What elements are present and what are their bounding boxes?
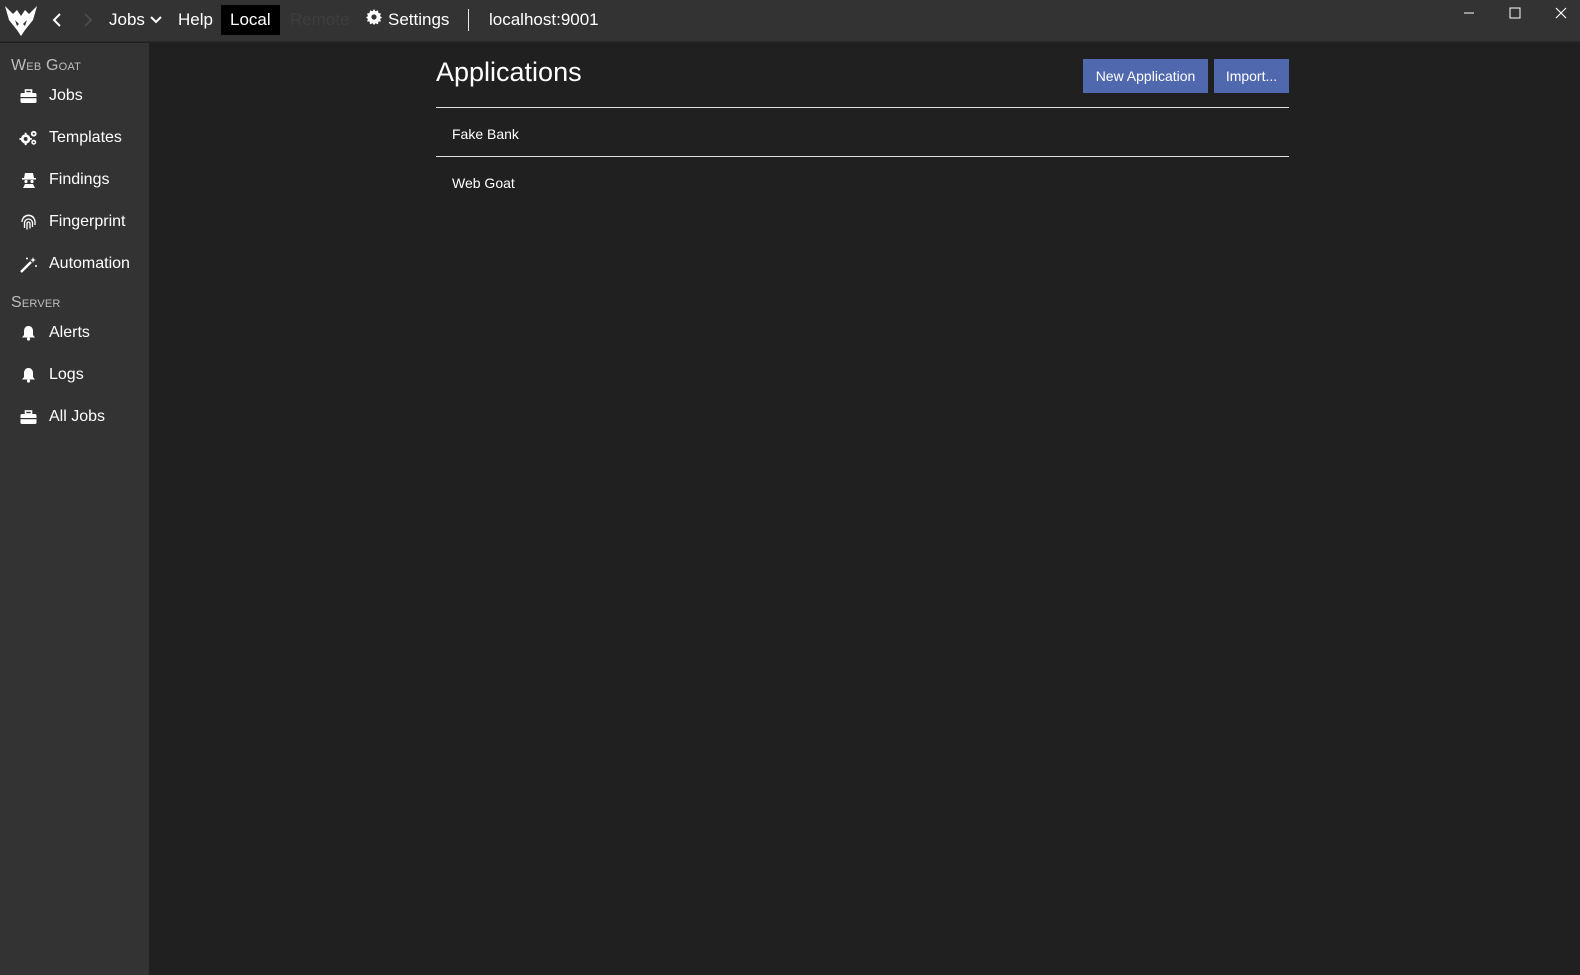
new-application-button[interactable]: New Application (1083, 59, 1208, 93)
menu-jobs[interactable]: Jobs (100, 5, 172, 35)
forward-arrow-icon[interactable] (78, 9, 98, 31)
menu-settings[interactable]: Settings (357, 5, 458, 35)
maximize-button[interactable] (1492, 0, 1538, 26)
application-name: Fake Bank (452, 126, 519, 142)
sidebar-item-fingerprint[interactable]: Fingerprint (0, 204, 149, 240)
sidebar-item-findings[interactable]: Findings (0, 162, 149, 198)
sidebar-item-templates[interactable]: Templates (0, 120, 149, 156)
chevron-down-icon (149, 5, 163, 35)
sidebar-item-label: Logs (49, 366, 84, 383)
fingerprint-icon (19, 213, 38, 232)
sidebar-item-logs[interactable]: Logs (0, 357, 149, 393)
menu-settings-label: Settings (388, 10, 450, 29)
title-bar: Jobs Help Local Remote Settings localhos… (0, 0, 1580, 42)
minimize-button[interactable] (1446, 0, 1492, 26)
back-arrow-icon[interactable] (47, 9, 67, 31)
bell-icon (19, 324, 38, 343)
sidebar: Web Goat Jobs Templates Findings Fingerp… (0, 43, 149, 975)
application-name: Web Goat (452, 175, 515, 191)
menu-remote[interactable]: Remote (281, 5, 359, 35)
server-address: localhost:9001 (489, 10, 599, 29)
gear-icon (366, 5, 382, 35)
page-title: Applications (436, 57, 582, 87)
briefcase-icon (19, 87, 38, 106)
wand-icon (19, 255, 38, 274)
app-logo-icon (3, 2, 39, 38)
bell-icon (19, 366, 38, 385)
sidebar-item-label: Templates (49, 129, 122, 146)
cogs-icon (19, 129, 38, 148)
sidebar-item-label: All Jobs (49, 408, 106, 425)
sidebar-item-jobs[interactable]: Jobs (0, 78, 149, 114)
sidebar-item-label: Findings (49, 171, 110, 188)
list-item[interactable]: Web Goat (436, 156, 1289, 205)
sidebar-section-web-goat: Web Goat (11, 57, 82, 74)
import-button[interactable]: Import... (1214, 59, 1289, 93)
sidebar-item-label: Automation (49, 255, 130, 272)
close-button[interactable] (1538, 0, 1580, 26)
sidebar-item-automation[interactable]: Automation (0, 246, 149, 282)
sidebar-item-label: Fingerprint (49, 213, 126, 230)
sidebar-section-server: Server (11, 294, 61, 311)
spy-icon (19, 171, 38, 190)
menu-local[interactable]: Local (221, 5, 280, 35)
menu-jobs-label: Jobs (109, 10, 145, 29)
titlebar-divider (468, 9, 469, 31)
main-content: Applications New Application Import... F… (149, 43, 1580, 975)
menu-help[interactable]: Help (169, 5, 222, 35)
sidebar-item-alerts[interactable]: Alerts (0, 315, 149, 351)
sidebar-item-label: Jobs (49, 87, 83, 104)
briefcase-icon (19, 408, 38, 427)
application-list: Fake Bank Web Goat (436, 107, 1289, 205)
sidebar-item-all-jobs[interactable]: All Jobs (0, 399, 149, 435)
sidebar-item-label: Alerts (49, 324, 90, 341)
list-item[interactable]: Fake Bank (436, 107, 1289, 156)
